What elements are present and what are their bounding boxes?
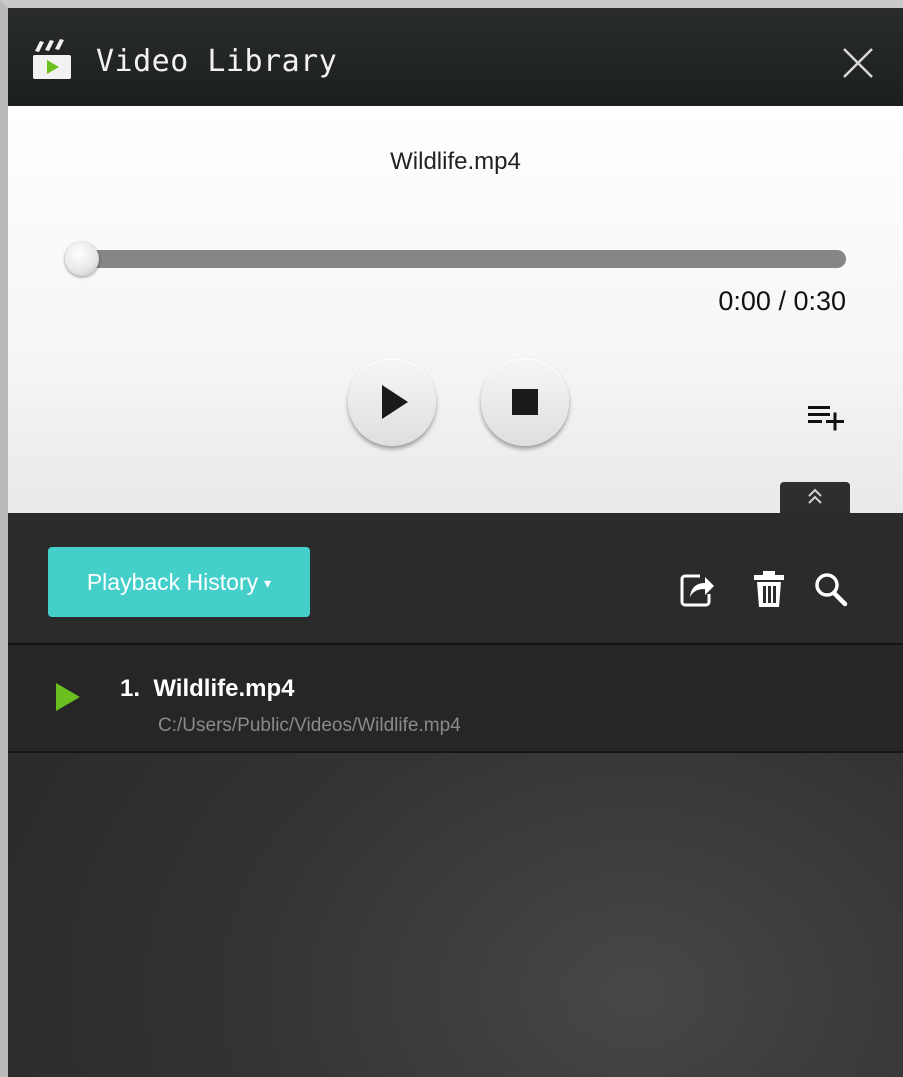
seek-thumb[interactable]: [65, 242, 99, 276]
playback-history-label: Playback History: [86, 568, 259, 595]
chevron-down-icon: ▾: [264, 575, 272, 591]
share-icon[interactable]: [678, 569, 716, 609]
close-icon[interactable]: [841, 46, 875, 80]
clapperboard-icon: [33, 39, 71, 79]
playback-history-dropdown[interactable]: Playback History ▾: [48, 547, 310, 617]
search-icon[interactable]: [812, 569, 850, 609]
now-playing-title: Wildlife.mp4: [390, 148, 521, 175]
list-item[interactable]: 1. Wildlife.mp4 C:/Users/Public/Videos/W…: [8, 645, 903, 753]
stop-icon: [512, 389, 538, 415]
window-title: Video Library: [96, 44, 338, 79]
seek-bar[interactable]: [78, 250, 846, 268]
library-panel: Playback History ▾ 1. Wildlife.mp4 C:/Us…: [8, 513, 903, 1077]
list-item-path: C:/Users/Public/Videos/Wildlife.mp4: [158, 715, 461, 736]
video-library-window: Video Library Wildlife.mp4 0:00 / 0:30 P…: [0, 0, 903, 1077]
stop-button[interactable]: [481, 358, 569, 446]
play-button[interactable]: [348, 358, 436, 446]
chevron-double-up-icon: [808, 488, 822, 504]
now-playing-icon: [56, 683, 80, 711]
time-display: 0:00 / 0:30: [718, 286, 846, 316]
trash-icon[interactable]: [750, 569, 788, 609]
collapse-player-button[interactable]: [780, 482, 850, 513]
library-toolbar: Playback History ▾: [8, 513, 903, 645]
play-icon: [382, 385, 408, 419]
player-panel: Wildlife.mp4 0:00 / 0:30: [8, 106, 903, 513]
title-bar: Video Library: [8, 8, 903, 106]
playlist-add-icon[interactable]: [806, 402, 846, 432]
list-item-title: 1. Wildlife.mp4: [120, 675, 295, 702]
